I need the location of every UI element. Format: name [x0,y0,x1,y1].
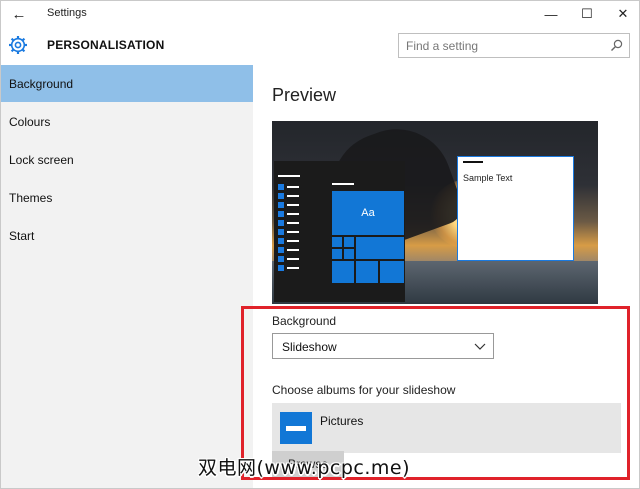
title-bar: ← Settings — ☐ ✕ [1,1,639,27]
albums-label: Choose albums for your slideshow [272,383,456,397]
back-button[interactable]: ← [9,4,29,24]
background-dropdown[interactable]: Slideshow [272,333,494,359]
folder-icon [280,412,312,444]
preview-app-row [278,219,302,228]
preview-sample-window: Sample Text [457,156,574,261]
search-icon[interactable] [610,39,623,52]
sidebar-item-lock-screen[interactable]: Lock screen [1,141,253,178]
preview-tile [356,261,378,283]
preview-app-row [278,246,302,255]
preview-app-row [278,183,302,192]
preview-app-row [278,264,302,273]
page-header: PERSONALISATION [1,27,639,65]
main-content: Preview Aa Sample Text Background Slides… [253,65,639,488]
preview-sample-text: Sample Text [463,173,513,183]
sidebar-item-themes[interactable]: Themes [1,179,253,216]
page-title: PERSONALISATION [47,38,165,52]
preview-tiles-header [332,183,354,185]
album-item-pictures[interactable]: Pictures [272,403,621,453]
sidebar: Background Colours Lock screen Themes St… [1,65,253,488]
settings-window: ← Settings — ☐ ✕ PERSONALISATION Find a … [0,0,640,489]
preview-tile [332,249,342,259]
background-label: Background [272,314,337,328]
sidebar-item-colours[interactable]: Colours [1,103,253,140]
preview-app-row [278,255,302,264]
watermark: 双电网(www.pcpc.me) [198,457,410,479]
maximize-button[interactable]: ☐ [567,1,607,27]
preview-tiles: Aa [332,191,404,287]
preview-tile [344,237,354,247]
preview-tile [332,237,342,247]
background-dropdown-value: Slideshow [282,340,337,354]
desktop-preview: Aa Sample Text [272,121,598,304]
preview-app-row [278,237,302,246]
preview-app-row [278,228,302,237]
preview-tile [356,237,404,259]
gear-icon [9,36,27,54]
preview-heading: Preview [272,85,337,105]
sidebar-item-background[interactable]: Background [1,65,253,102]
window-title: Settings [47,7,87,19]
close-button[interactable]: ✕ [603,1,639,27]
preview-tile-large: Aa [332,191,404,235]
minimize-button[interactable]: — [531,1,571,27]
preview-tile [344,249,354,259]
preview-tile [332,261,354,283]
sidebar-item-start[interactable]: Start [1,217,253,254]
preview-app-row [278,201,302,210]
preview-start-menu: Aa [274,161,405,302]
chevron-down-icon [474,343,486,350]
preview-sample-title-bar [463,161,483,163]
preview-app-row [278,192,302,201]
preview-app-row [278,210,302,219]
search-box[interactable] [398,33,630,58]
preview-tile [380,261,404,283]
preview-menu-header [278,175,300,177]
album-name: Pictures [320,414,364,428]
search-input[interactable] [399,34,604,57]
